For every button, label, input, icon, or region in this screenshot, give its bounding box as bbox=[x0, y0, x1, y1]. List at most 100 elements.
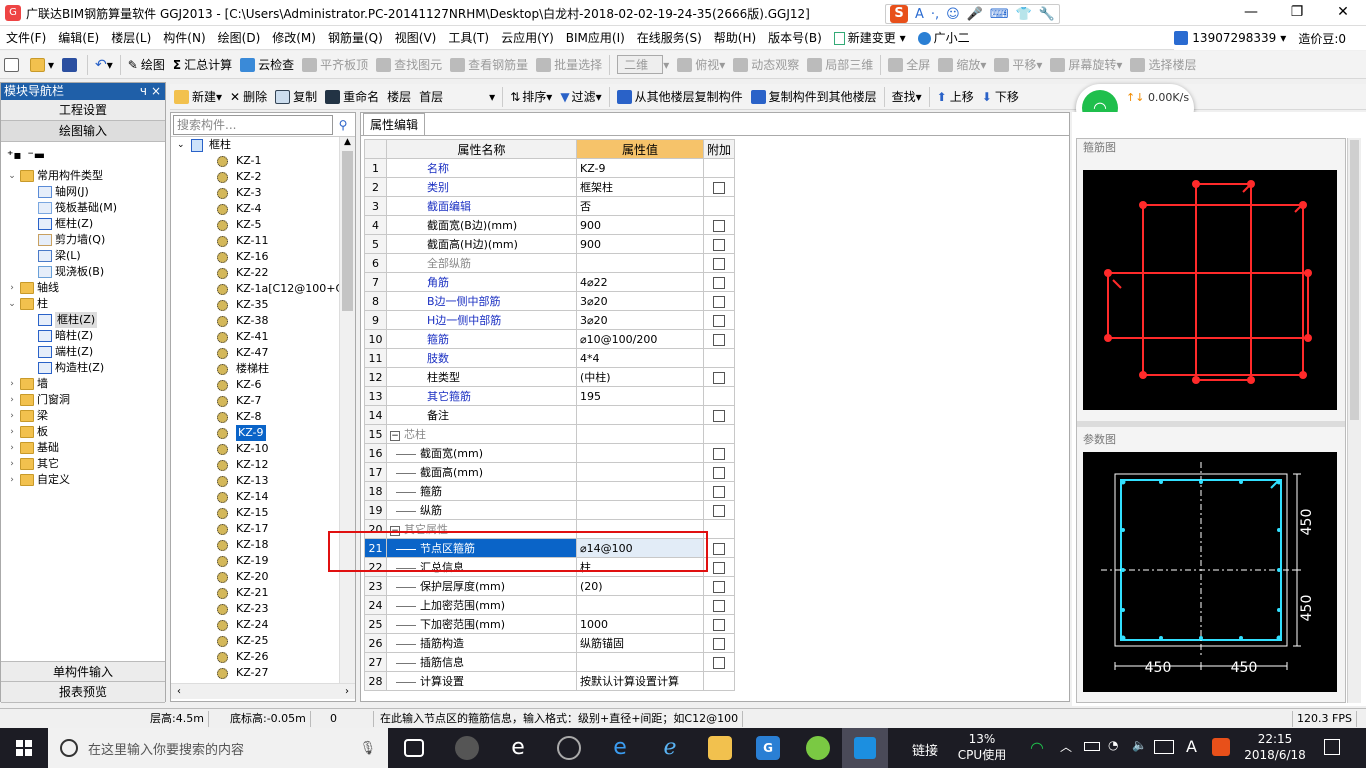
component-item[interactable]: KZ-41 bbox=[171, 329, 355, 345]
draw-input-button[interactable]: 绘图输入 bbox=[1, 121, 165, 142]
swirl-app-icon[interactable] bbox=[557, 736, 581, 760]
property-value-cell[interactable]: (中柱) bbox=[576, 367, 704, 387]
align-slab-top-button[interactable]: 平齐板顶 bbox=[298, 51, 372, 79]
view-rebar-button[interactable]: 查看钢筋量 bbox=[446, 51, 532, 79]
open-file-button[interactable]: ▾ bbox=[26, 51, 58, 79]
file-explorer-icon[interactable] bbox=[708, 736, 732, 760]
attach-checkbox[interactable] bbox=[713, 618, 725, 631]
property-value-cell[interactable]: 纵筋锚固 bbox=[576, 633, 704, 653]
property-row[interactable]: 24 上加密范围(mm) bbox=[364, 595, 736, 615]
property-value-cell[interactable] bbox=[576, 481, 704, 501]
volume-icon[interactable]: 🔈 bbox=[1132, 738, 1147, 752]
move-down-button[interactable]: ⬇ 下移 bbox=[978, 83, 1023, 111]
menu-file[interactable]: 文件(F) bbox=[0, 26, 52, 50]
tree-node[interactable]: ⌄ 常用构件类型 bbox=[7, 168, 165, 184]
property-row[interactable]: 8 B边一侧中部筋 3⌀20 bbox=[364, 291, 736, 311]
tree-node[interactable]: › 其它 bbox=[7, 456, 165, 472]
property-row[interactable]: 26 插筋构造 纵筋锚固 bbox=[364, 633, 736, 653]
menu-edit[interactable]: 编辑(E) bbox=[52, 26, 105, 50]
component-item[interactable]: KZ-22 bbox=[171, 265, 355, 281]
report-preview-button[interactable]: 报表预览 bbox=[1, 682, 165, 703]
property-row[interactable]: 25 下加密范围(mm) 1000 bbox=[364, 614, 736, 634]
menu-online[interactable]: 在线服务(S) bbox=[631, 26, 708, 50]
component-item[interactable]: KZ-7 bbox=[171, 393, 355, 409]
tree-node[interactable]: 端柱(Z) bbox=[7, 344, 165, 360]
search-icon[interactable]: ⚲ bbox=[333, 118, 353, 132]
component-item[interactable]: KZ-13 bbox=[171, 473, 355, 489]
tree-node[interactable]: › 自定义 bbox=[7, 472, 165, 488]
component-item[interactable]: KZ-12 bbox=[171, 457, 355, 473]
network-icon[interactable]: ◔ bbox=[1108, 738, 1118, 752]
floor-select[interactable]: 首层 ▾ bbox=[415, 83, 499, 111]
property-row[interactable]: 4 截面宽(B边)(mm) 900 bbox=[364, 215, 736, 235]
fan-app-icon[interactable] bbox=[455, 736, 479, 760]
component-item[interactable]: KZ-38 bbox=[171, 313, 355, 329]
attach-checkbox[interactable] bbox=[713, 637, 725, 650]
property-value-cell[interactable] bbox=[576, 652, 704, 672]
pan-button[interactable]: 平移 ▾ bbox=[990, 51, 1046, 79]
attach-checkbox[interactable] bbox=[713, 656, 725, 669]
find-element-button[interactable]: 查找图元 bbox=[372, 51, 446, 79]
tree-node[interactable]: 暗柱(Z) bbox=[7, 328, 165, 344]
attach-checkbox[interactable] bbox=[713, 276, 725, 289]
attach-checkbox[interactable] bbox=[713, 295, 725, 308]
menu-assistant[interactable]: 广小二 bbox=[912, 26, 976, 50]
menu-rebar[interactable]: 钢筋量(Q) bbox=[322, 26, 389, 50]
property-value-cell[interactable] bbox=[576, 405, 704, 425]
attach-checkbox[interactable] bbox=[713, 371, 725, 384]
attach-checkbox[interactable] bbox=[713, 409, 725, 422]
green-app-icon[interactable] bbox=[806, 736, 830, 760]
property-row[interactable]: 18 箍筋 bbox=[364, 481, 736, 501]
tray-expand-icon[interactable]: ︿ bbox=[1060, 738, 1072, 755]
property-row[interactable]: 15− 芯柱 bbox=[364, 424, 736, 444]
tree-node[interactable]: 框柱(Z) bbox=[7, 312, 165, 328]
menu-bim[interactable]: BIM应用(I) bbox=[560, 26, 631, 50]
property-value-cell[interactable]: KZ-9 bbox=[576, 158, 704, 178]
property-row[interactable]: 3 截面编辑 否 bbox=[364, 196, 736, 216]
property-value-cell[interactable] bbox=[576, 500, 704, 520]
expand-icon[interactable]: › bbox=[7, 424, 17, 440]
select-floor-button[interactable]: 选择楼层 bbox=[1126, 51, 1200, 79]
menu-draw[interactable]: 绘图(D) bbox=[212, 26, 267, 50]
menu-view[interactable]: 视图(V) bbox=[389, 26, 443, 50]
component-item[interactable]: KZ-11 bbox=[171, 233, 355, 249]
draw-button[interactable]: ✎ 绘图 bbox=[124, 51, 169, 79]
internet-explorer-icon[interactable]: ℯ bbox=[658, 736, 682, 760]
fullscreen-button[interactable]: 全屏 bbox=[884, 51, 934, 79]
property-value-cell[interactable]: 否 bbox=[576, 196, 704, 216]
attach-checkbox[interactable] bbox=[713, 314, 725, 327]
property-row[interactable]: 27 插筋信息 bbox=[364, 652, 736, 672]
copy-from-floor-button[interactable]: 从其他楼层复制构件 bbox=[613, 83, 747, 111]
menu-tools[interactable]: 工具(T) bbox=[442, 26, 495, 50]
task-view-icon[interactable] bbox=[404, 739, 424, 757]
expand-icon[interactable]: › bbox=[7, 280, 17, 296]
pin-icon[interactable]: ч bbox=[140, 83, 147, 100]
wifi-tray-icon[interactable]: ◠ bbox=[1030, 738, 1044, 757]
scroll-up-arrow[interactable]: ▲ bbox=[340, 137, 355, 151]
attach-checkbox[interactable] bbox=[713, 599, 725, 612]
expand-icon[interactable]: › bbox=[7, 392, 17, 408]
component-item[interactable]: KZ-16 bbox=[171, 249, 355, 265]
scroll-left-arrow[interactable]: ‹ bbox=[177, 684, 181, 699]
property-row[interactable]: 17 截面高(mm) bbox=[364, 462, 736, 482]
attach-checkbox[interactable] bbox=[713, 447, 725, 460]
start-button[interactable] bbox=[0, 728, 48, 768]
tree-node[interactable]: 剪力墙(Q) bbox=[7, 232, 165, 248]
property-value-cell[interactable] bbox=[576, 424, 704, 444]
component-item[interactable]: KZ-2 bbox=[171, 169, 355, 185]
menu-new-change[interactable]: 新建变更 ▾ bbox=[828, 26, 912, 50]
expand-icon[interactable]: › bbox=[7, 440, 17, 456]
tree-node[interactable]: › 门窗洞 bbox=[7, 392, 165, 408]
right-scroll-thumb[interactable] bbox=[1350, 140, 1359, 420]
component-item[interactable]: KZ-35 bbox=[171, 297, 355, 313]
local-3d-button[interactable]: 局部三维 bbox=[803, 51, 877, 79]
tree-node[interactable]: › 轴线 bbox=[7, 280, 165, 296]
copy-to-floor-button[interactable]: 复制构件到其他楼层 bbox=[747, 83, 881, 111]
property-value-cell[interactable]: 900 bbox=[576, 234, 704, 254]
property-row[interactable]: 28 计算设置 按默认计算设置计算 bbox=[364, 671, 736, 691]
attach-checkbox[interactable] bbox=[713, 542, 725, 555]
property-value-cell[interactable]: 4*4 bbox=[576, 348, 704, 368]
tab-property-edit[interactable]: 属性编辑 bbox=[363, 113, 426, 135]
tree-root-frame-column[interactable]: ⌄ 框柱 bbox=[171, 137, 355, 153]
ime-toolbar[interactable]: S A ·, ☺ 🎤 ⌨ 👕 🔧 bbox=[885, 4, 1061, 24]
